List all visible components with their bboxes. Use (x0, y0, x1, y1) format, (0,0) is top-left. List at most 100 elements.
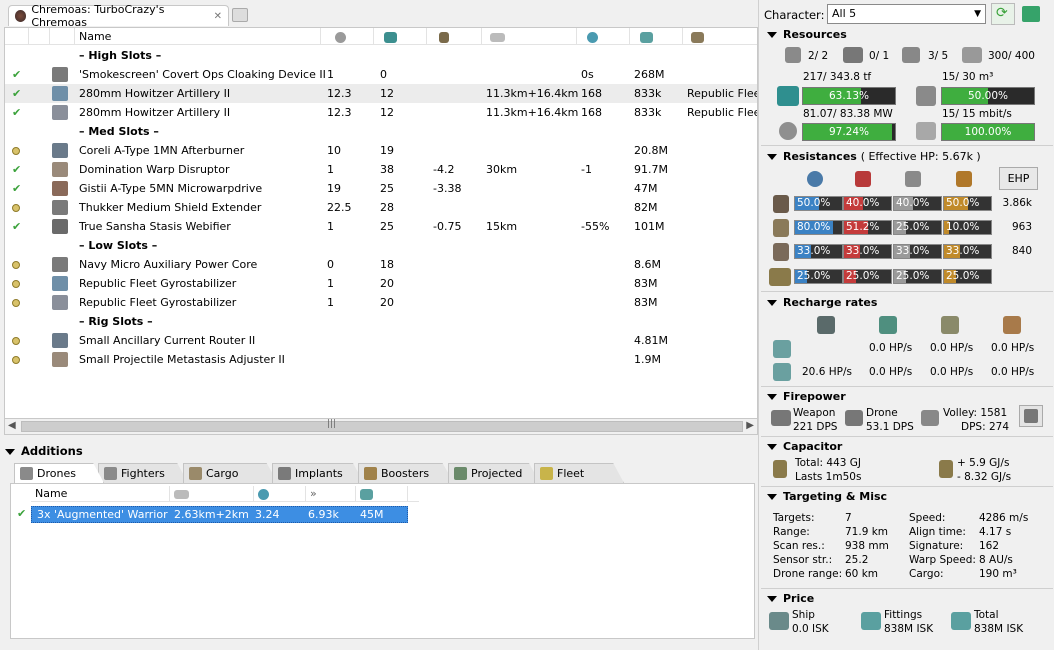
fittings-label: Fittings (884, 609, 923, 621)
fitting-table: Name – High Slots – ✔ 'Smokescreen' Covert… (4, 27, 758, 420)
active-check-icon[interactable]: ✔ (12, 179, 21, 198)
character-select[interactable]: All 5 ▼ (827, 4, 986, 24)
col-cpu[interactable] (321, 28, 374, 45)
module-row[interactable]: Small Ancillary Current Router II 4.81M (5, 331, 757, 350)
scroll-thumb[interactable] (21, 421, 743, 432)
collapse-icon (5, 448, 15, 455)
cpu-percent: 63.13% (828, 90, 870, 102)
firepower-header[interactable]: Firepower (767, 390, 846, 403)
resources-header[interactable]: Resources (767, 28, 847, 41)
resist-value: 33.0% (946, 245, 980, 257)
powergrid-gauge-icon (779, 122, 797, 140)
refresh-character-button[interactable]: ⟳ (991, 3, 1015, 25)
total-label: Total (974, 609, 999, 621)
module-row[interactable]: Coreli A-Type 1MN Afterburner 10 19 20.8M (5, 141, 757, 160)
col-range[interactable] (482, 28, 577, 45)
additions-header[interactable]: Additions (5, 444, 83, 458)
col-state[interactable] (5, 28, 29, 45)
col-charge[interactable] (683, 28, 757, 45)
stat-label: Targets: (773, 512, 815, 524)
damage-pattern-button[interactable] (1019, 405, 1043, 427)
col-price[interactable] (630, 28, 683, 45)
active-check-icon[interactable]: ✔ (12, 84, 21, 103)
resistances-header[interactable]: Resistances ( Effective HP: 5.67k ) (767, 150, 981, 163)
module-row[interactable]: ✔ 'Smokescreen' Covert Ops Cloaking Devic… (5, 65, 757, 84)
online-state-icon[interactable] (12, 337, 20, 345)
col-capacitor[interactable] (427, 28, 482, 45)
module-row[interactable]: Republic Fleet Gyrostabilizer 1 20 83M (5, 274, 757, 293)
implants-icon (278, 467, 291, 480)
module-row[interactable]: Navy Micro Auxiliary Power Core 0 18 8.6M (5, 255, 757, 274)
tab-drones[interactable]: Drones (14, 463, 104, 483)
tab-fleet[interactable]: Fleet (534, 463, 624, 483)
resist-bar: 33.0% (893, 244, 942, 259)
module-row[interactable]: ✔ Gistii A-Type 5MN Microwarpdrive 19 25 -3.… (5, 179, 757, 198)
module-c2: 20 (380, 296, 394, 309)
capacitor-header[interactable]: Capacitor (767, 440, 842, 453)
active-check-icon[interactable]: ✔ (12, 160, 21, 179)
col-ammo[interactable] (29, 28, 50, 45)
module-row[interactable]: ✔ 280mm Howitzer Artillery II 12.3 12 11.3km… (5, 103, 757, 122)
section-label: – Rig Slots – (79, 315, 153, 328)
projected-icon (454, 467, 467, 480)
module-name: Thukker Medium Shield Extender (79, 201, 262, 214)
active-check-icon[interactable]: ✔ (12, 217, 21, 236)
active-check-icon[interactable]: ✔ (12, 65, 21, 84)
cpu-icon (335, 31, 346, 43)
module-row[interactable]: Small Projectile Metastasis Adjuster II 1… (5, 350, 757, 369)
active-check-icon[interactable]: ✔ (12, 103, 21, 122)
character-sheet-icon[interactable] (1022, 6, 1040, 22)
module-row[interactable]: Thukker Medium Shield Extender 22.5 28 82M (5, 198, 757, 217)
online-state-icon[interactable] (12, 261, 20, 269)
drone-col-price[interactable] (356, 486, 408, 502)
drone-col-name[interactable]: Name (31, 486, 170, 502)
online-state-icon[interactable] (12, 147, 20, 155)
tab-cargo[interactable]: Cargo (183, 463, 278, 483)
ehp-button[interactable]: EHP (999, 167, 1038, 190)
drone-range: 2.63km+2km (174, 508, 249, 521)
capacitor-minus: - 8.32 GJ/s (957, 471, 1012, 483)
module-c1: 1 (327, 296, 334, 309)
tab-fighters[interactable]: Fighters (98, 463, 188, 483)
module-row[interactable]: ✔ 280mm Howitzer Artillery II 12.3 12 11.3km… (5, 84, 757, 103)
total-dps: DPS: 274 (961, 421, 1009, 433)
drone-col-range[interactable] (170, 486, 254, 502)
scroll-right-icon[interactable]: ▶ (746, 420, 754, 431)
resist-bar: 33.0% (843, 244, 892, 259)
col-effect[interactable] (577, 28, 630, 45)
price-header[interactable]: Price (767, 592, 814, 605)
targeting-header[interactable]: Targeting & Misc (767, 490, 887, 503)
recharge-r2-passive: 20.6 HP/s (802, 366, 852, 378)
module-icon (52, 257, 68, 272)
online-state-icon[interactable] (12, 356, 20, 364)
drone-active-check-icon[interactable]: ✔ (17, 507, 26, 520)
module-row[interactable]: ✔ Domination Warp Disruptor 1 38 -4.2 30km -1 9… (5, 160, 757, 179)
horizontal-scrollbar[interactable]: ◀ ||| ▶ (4, 418, 758, 435)
close-icon[interactable]: ✕ (214, 11, 222, 22)
online-state-icon[interactable] (12, 280, 20, 288)
drone-col-effect[interactable] (254, 486, 306, 502)
recharge-header[interactable]: Recharge rates (767, 296, 877, 309)
module-c1: 1 (327, 163, 334, 176)
col-powergrid[interactable] (374, 28, 427, 45)
resist-value: 25.0% (896, 270, 930, 282)
module-name: 'Smokescreen' Covert Ops Cloaking Device… (79, 68, 326, 81)
online-state-icon[interactable] (12, 299, 20, 307)
module-row[interactable]: ✔ True Sansha Stasis Webifier 1 25 -0.75 15km… (5, 217, 757, 236)
shield-boost-icon (879, 316, 897, 334)
new-tab-button[interactable] (232, 8, 248, 22)
online-state-icon[interactable] (12, 204, 20, 212)
capacitor-delta-icon (939, 460, 953, 478)
tab-implants[interactable]: Implants (272, 463, 364, 483)
col-name[interactable]: Name (75, 28, 321, 45)
drone-col-speed[interactable]: » (306, 486, 356, 502)
fit-tab[interactable]: Chremoas: TurboCrazy's Chremoas ✕ (8, 3, 229, 29)
powergrid-text: 81.07/ 83.38 MW (803, 108, 893, 120)
module-row[interactable]: Republic Fleet Gyrostabilizer 1 20 83M (5, 293, 757, 312)
tab-projected[interactable]: Projected (448, 463, 540, 483)
module-icon (52, 143, 68, 158)
tab-boosters[interactable]: Boosters (358, 463, 454, 483)
drone-row[interactable]: 3x 'Augmented' Warrior 2.63km+2km 3.24 6… (31, 506, 408, 523)
col-icon[interactable] (50, 28, 75, 45)
scroll-left-icon[interactable]: ◀ (8, 420, 16, 431)
